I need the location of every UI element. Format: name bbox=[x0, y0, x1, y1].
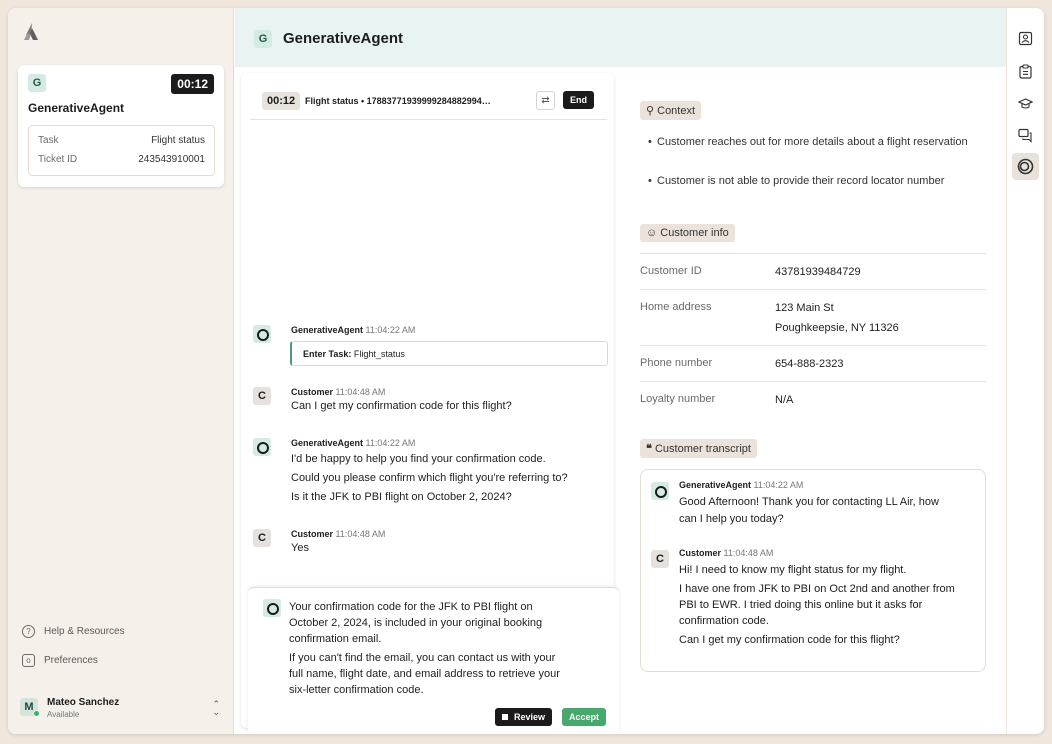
message-header: Customer 11:04:48 AM bbox=[291, 529, 386, 539]
session-timer: 00:12 bbox=[171, 74, 214, 94]
quote-icon: ❝ bbox=[646, 443, 652, 455]
app-logo-icon[interactable] bbox=[22, 22, 42, 42]
info-row-loyalty: Loyalty number N/A bbox=[640, 381, 986, 417]
context-heading: ⚲ Context bbox=[640, 101, 702, 120]
customer-transcript[interactable]: GenerativeAgent 11:04:22 AM Good Afterno… bbox=[640, 469, 986, 672]
help-resources-link[interactable]: ? Help & Resources bbox=[22, 625, 125, 638]
conversation-toolbar: 00:12 Flight status • 178837719399992848… bbox=[250, 83, 607, 120]
sidebar: G 00:12 GenerativeAgent Task Flight stat… bbox=[8, 8, 234, 734]
graduation-cap-icon[interactable] bbox=[1018, 96, 1033, 111]
task-value: Flight status bbox=[151, 135, 205, 146]
info-row-home-address: Home address 123 Main St Poughkeepsie, NY… bbox=[640, 289, 986, 345]
person-icon: ☺ bbox=[646, 227, 658, 239]
transcript-heading: ❝ Customer transcript bbox=[640, 439, 757, 458]
suggestion-text[interactable]: Your confirmation code for the JFK to PB… bbox=[289, 599, 560, 698]
agent-avatar-icon bbox=[253, 438, 271, 456]
transcript-message-text: Good Afternoon! Thank you for contacting… bbox=[679, 496, 939, 525]
gear-icon: o bbox=[22, 654, 35, 667]
transfer-button[interactable]: ⇄ bbox=[536, 91, 555, 110]
user-menu[interactable]: M Mateo Sanchez Available ⌃ ⌄ bbox=[20, 697, 220, 721]
clipboard-icon[interactable] bbox=[1018, 64, 1033, 79]
customer-avatar: C bbox=[253, 529, 271, 547]
conversation-panel: 00:12 Flight status • 178837719399992848… bbox=[241, 73, 619, 734]
message-header: GenerativeAgent 11:04:22 AM bbox=[291, 438, 416, 448]
status-dot bbox=[33, 710, 40, 717]
customer-avatar: C bbox=[651, 550, 669, 568]
customer-info-heading: ☺ Customer info bbox=[640, 224, 735, 242]
user-name: Mateo Sanchez bbox=[47, 697, 120, 708]
session-details: Task Flight status Ticket ID 24354391000… bbox=[28, 125, 215, 176]
swap-icon: ⇄ bbox=[541, 95, 550, 106]
page-title: GenerativeAgent bbox=[283, 30, 404, 47]
chat-bubbles-icon[interactable] bbox=[1018, 128, 1033, 143]
chevron-up-down-icon[interactable]: ⌃ ⌄ bbox=[212, 700, 220, 717]
agent-swirl-icon bbox=[1017, 158, 1034, 175]
ticket-key: Ticket ID bbox=[38, 154, 78, 165]
details-panel: ⚲ Context Customer reaches out for more … bbox=[620, 67, 1006, 734]
accept-button[interactable]: Accept bbox=[562, 708, 607, 726]
preferences-label: Preferences bbox=[44, 655, 98, 667]
help-label: Help & Resources bbox=[44, 626, 125, 638]
question-icon: ? bbox=[22, 625, 35, 638]
message-text: I'd be happy to help you find your confi… bbox=[291, 453, 568, 503]
task-entry: Enter Task: Flight_status bbox=[290, 341, 608, 366]
context-item: Customer reaches out for more details ab… bbox=[648, 134, 990, 150]
customer-avatar: C bbox=[253, 387, 271, 405]
message-text: Can I get my confirmation code for this … bbox=[291, 400, 512, 412]
suggested-response: Your confirmation code for the JFK to PB… bbox=[248, 587, 619, 734]
app-window: G 00:12 GenerativeAgent Task Flight stat… bbox=[8, 8, 1044, 734]
session-title: GenerativeAgent bbox=[28, 101, 125, 115]
task-row: Task Flight status bbox=[38, 135, 205, 146]
right-icon-rail bbox=[1006, 8, 1044, 734]
avatar: M bbox=[20, 698, 40, 717]
agent-badge: G bbox=[28, 74, 46, 92]
page-header: G GenerativeAgent bbox=[235, 8, 1006, 67]
agent-avatar-icon bbox=[253, 325, 271, 343]
end-button[interactable]: End bbox=[563, 91, 594, 109]
ticket-summary: Flight status • 17883771939999284882994… bbox=[305, 96, 491, 106]
agent-avatar-icon bbox=[651, 482, 669, 500]
agent-badge: G bbox=[254, 30, 272, 48]
agent-logo-icon[interactable] bbox=[1012, 153, 1039, 180]
transcript-message-header: Customer 11:04:48 AM bbox=[679, 548, 774, 558]
user-status: Available bbox=[47, 710, 80, 719]
ticket-value: 243543910001 bbox=[138, 154, 205, 165]
transcript-message-header: GenerativeAgent 11:04:22 AM bbox=[679, 480, 804, 490]
context-item: Customer is not able to provide their re… bbox=[648, 173, 990, 189]
active-session-card[interactable]: G 00:12 GenerativeAgent Task Flight stat… bbox=[18, 65, 224, 187]
info-row-phone: Phone number 654-888-2323 bbox=[640, 345, 986, 381]
message-header: GenerativeAgent 11:04:22 AM bbox=[291, 325, 416, 335]
preferences-link[interactable]: o Preferences bbox=[22, 654, 98, 667]
info-row-customer-id: Customer ID 43781939484729 bbox=[640, 253, 986, 289]
contact-card-icon[interactable] bbox=[1018, 31, 1033, 46]
lightbulb-icon: ⚲ bbox=[646, 105, 655, 117]
agent-avatar-icon bbox=[263, 599, 281, 617]
ticket-row: Ticket ID 243543910001 bbox=[38, 154, 205, 165]
task-key: Task bbox=[38, 135, 59, 146]
review-button[interactable]: Review bbox=[495, 708, 553, 726]
message-header: Customer 11:04:48 AM bbox=[291, 387, 386, 397]
transcript-message-text: Hi! I need to know my flight status for … bbox=[679, 564, 955, 646]
message-text: Yes bbox=[291, 542, 309, 554]
conversation-timer: 00:12 bbox=[262, 92, 301, 110]
